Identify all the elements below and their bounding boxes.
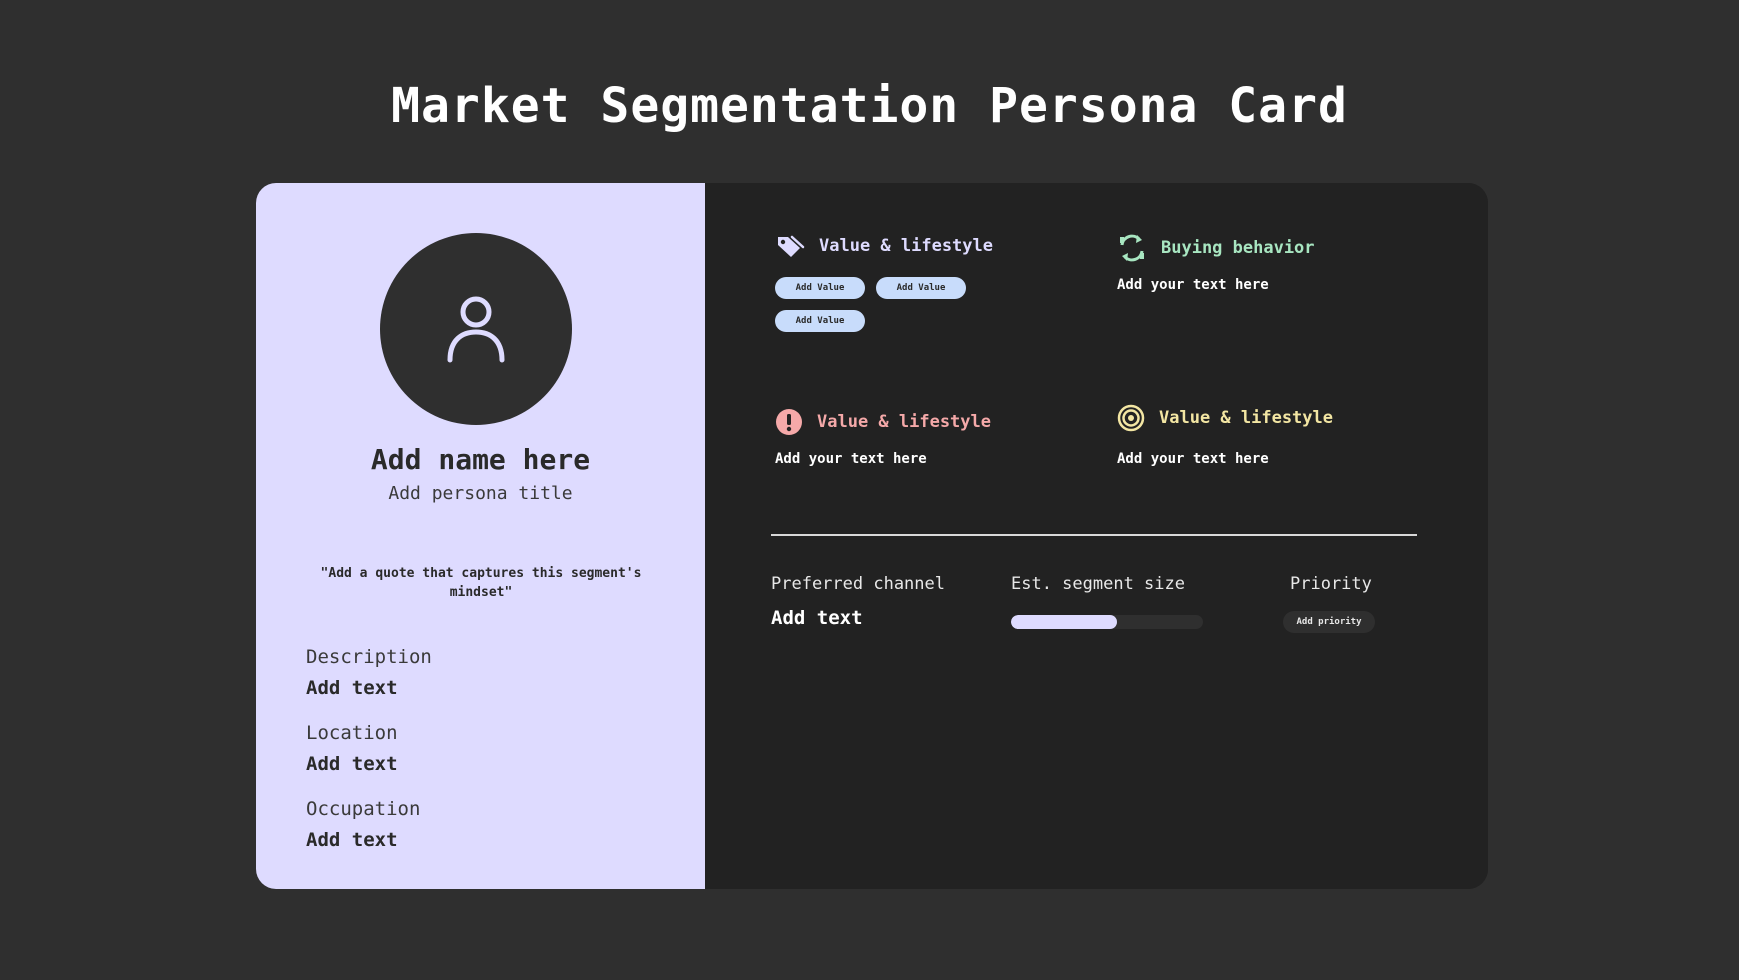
persona-profile-panel: Add name here Add persona title "Add a q… [256, 183, 705, 889]
priority-label: Priority [1290, 574, 1372, 594]
value-chip[interactable]: Add Value [876, 277, 966, 299]
goals-heading: Value & lifestyle [1159, 408, 1333, 428]
buying-text[interactable]: Add your text here [1117, 277, 1269, 293]
preferred-channel-label: Preferred channel [771, 574, 945, 594]
tag-icon [778, 235, 805, 257]
target-icon [1117, 404, 1145, 432]
persona-card: Add name here Add persona title "Add a q… [256, 183, 1488, 889]
location-value[interactable]: Add text [306, 753, 398, 775]
priority-badge[interactable]: Add priority [1283, 611, 1375, 633]
pain-heading: Value & lifestyle [817, 412, 991, 432]
segment-size-label: Est. segment size [1011, 574, 1185, 594]
page-title: Market Segmentation Persona Card [391, 78, 1348, 134]
segment-size-bar[interactable] [1011, 615, 1203, 629]
segment-size-bar-fill [1011, 615, 1117, 629]
location-label: Location [306, 722, 398, 744]
buying-section-header: Buying behavior [1117, 234, 1315, 262]
alert-icon [776, 409, 802, 435]
values-section-header: Value & lifestyle [775, 234, 993, 258]
goals-section-header: Value & lifestyle [1117, 404, 1333, 432]
occupation-label: Occupation [306, 798, 421, 820]
pain-section-header: Value & lifestyle [775, 408, 991, 436]
value-chip[interactable]: Add Value [775, 277, 865, 299]
description-label: Description [306, 646, 432, 668]
occupation-value[interactable]: Add text [306, 829, 398, 851]
avatar [380, 233, 572, 425]
persona-title[interactable]: Add persona title [256, 483, 705, 504]
divider [771, 534, 1417, 536]
persona-details-panel: Value & lifestyle Add Value Add Value Ad… [705, 183, 1488, 889]
goals-text[interactable]: Add your text here [1117, 451, 1269, 467]
description-value[interactable]: Add text [306, 677, 398, 699]
buying-heading: Buying behavior [1161, 238, 1315, 258]
pain-text[interactable]: Add your text here [775, 451, 927, 467]
value-chip[interactable]: Add Value [775, 310, 865, 332]
persona-quote[interactable]: "Add a quote that captures this segment'… [296, 564, 666, 602]
refresh-icon [1120, 234, 1144, 262]
user-icon [447, 296, 505, 363]
preferred-channel-value[interactable]: Add text [771, 607, 863, 629]
values-heading: Value & lifestyle [819, 236, 993, 256]
persona-name[interactable]: Add name here [256, 443, 705, 476]
